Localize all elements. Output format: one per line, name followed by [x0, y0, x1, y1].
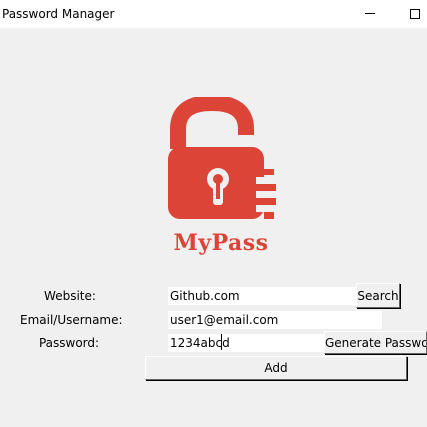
add-button[interactable]: Add: [145, 356, 407, 380]
logo-text: MyPass: [173, 230, 269, 256]
app-window: Password Manager MyPass Website: Search …: [0, 0, 427, 427]
search-button[interactable]: Search: [356, 283, 400, 308]
generate-password-button[interactable]: Generate Password: [324, 331, 427, 354]
email-input[interactable]: [168, 311, 382, 329]
maximize-button[interactable]: [393, 0, 427, 28]
minimize-icon: [365, 13, 375, 14]
text-cursor: [221, 334, 222, 350]
password-input[interactable]: [168, 334, 324, 352]
email-label: Email/Username:: [20, 313, 123, 327]
minimize-button[interactable]: [347, 0, 393, 28]
window-title: Password Manager: [2, 7, 115, 21]
maximize-icon: [410, 9, 420, 19]
website-label: Website:: [44, 289, 96, 303]
password-label: Password:: [38, 336, 100, 350]
title-bar: Password Manager: [0, 0, 427, 28]
website-input[interactable]: [168, 287, 356, 305]
